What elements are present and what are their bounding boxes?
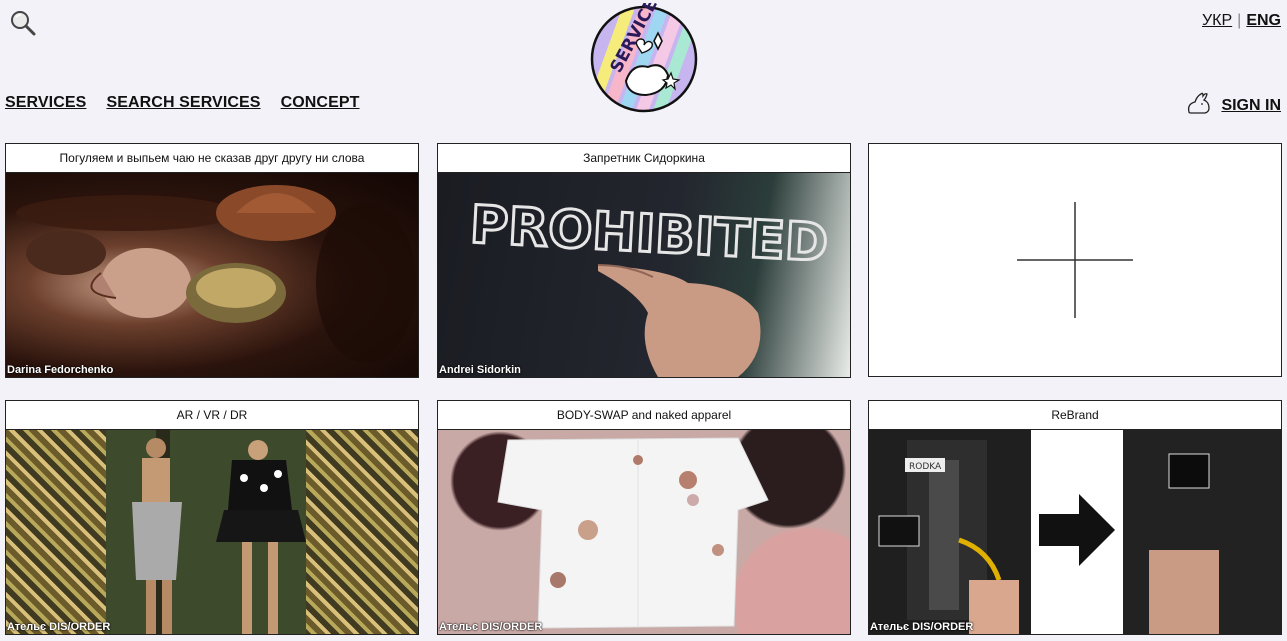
card-title: Запретник Сидоркина [438,144,850,173]
card-author: Ательє DIS/ORDER [7,621,111,633]
card-title: Погуляем и выпьем чаю не сказав друг дру… [6,144,418,173]
card-image: Ательє DIS/ORDER [6,430,418,634]
main-nav: SERVICES SEARCH SERVICES CONCEPT [5,94,360,112]
rabbit-icon [1185,90,1215,121]
card-image: PROHIBITED Andrei Sidorkin [438,173,850,377]
service-logo[interactable]: SERVICE [588,0,700,115]
service-card[interactable]: BODY-SWAP and naked apparel Ательє DIS/O… [437,400,851,635]
card-image: Ательє DIS/ORDER [438,430,850,634]
service-card[interactable]: AR / VR / DR Ательє DIS/ORDER [5,400,419,635]
service-card[interactable]: Запретник Сидоркина PROHIBITED Andrei Si… [437,143,851,378]
language-switcher: УКР | ENG [1202,12,1281,30]
plus-icon [1017,202,1133,318]
lang-separator: | [1237,12,1242,29]
card-author: Ательє DIS/ORDER [870,621,974,633]
lang-ukr-link[interactable]: УКР [1202,12,1232,30]
card-author: Andrei Sidorkin [439,364,521,376]
card-title: BODY-SWAP and naked apparel [438,401,850,430]
svg-text:RODKA: RODKA [909,462,942,472]
card-title: AR / VR / DR [6,401,418,430]
nav-concept[interactable]: CONCEPT [281,94,360,112]
service-card[interactable]: ReBrand RODKA Ательє DIS/ORDER [868,400,1282,635]
add-service-card[interactable] [868,143,1282,377]
search-icon[interactable] [9,9,37,37]
card-title: ReBrand [869,401,1281,430]
card-image: RODKA Ательє DIS/ORDER [869,430,1281,634]
sign-in-area[interactable]: SIGN IN [1185,90,1281,121]
nav-search-services[interactable]: SEARCH SERVICES [106,94,260,112]
lang-eng-link[interactable]: ENG [1246,12,1281,30]
sign-in-link[interactable]: SIGN IN [1221,97,1281,115]
card-author: Darina Fedorchenko [7,364,114,376]
card-image: Darina Fedorchenko [6,173,418,377]
service-card[interactable]: Погуляем и выпьем чаю не сказав друг дру… [5,143,419,378]
card-author: Ательє DIS/ORDER [439,621,543,633]
svg-text:PROHIBITED: PROHIBITED [469,195,830,274]
nav-services[interactable]: SERVICES [5,94,86,112]
